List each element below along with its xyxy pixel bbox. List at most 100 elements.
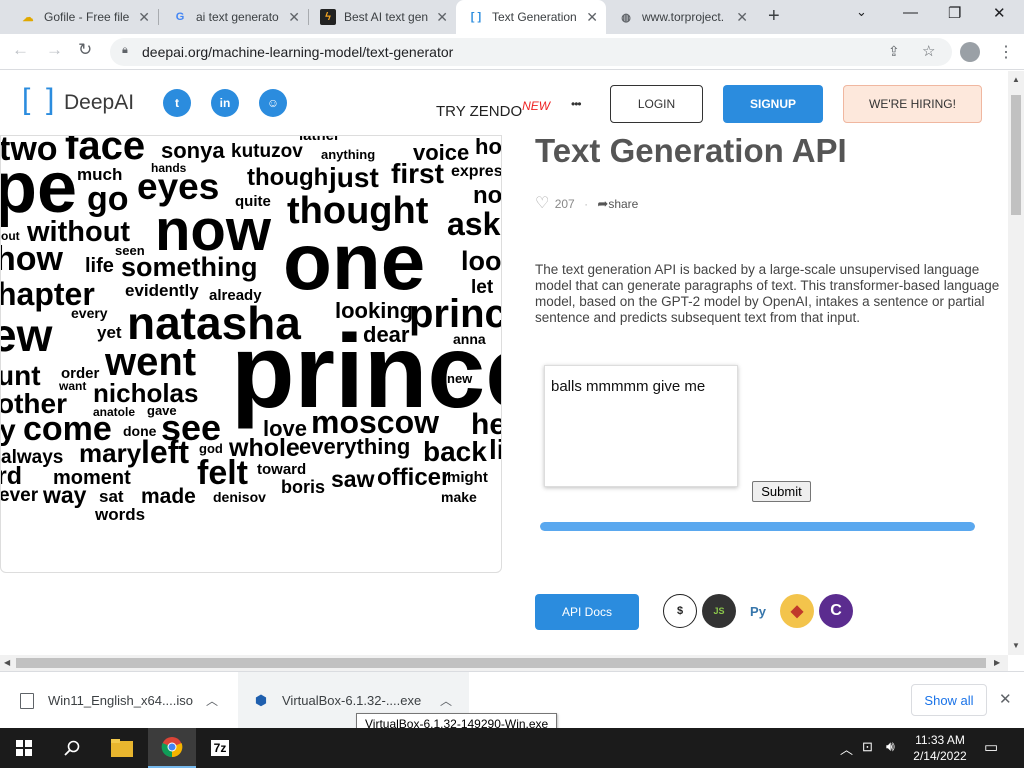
close-shelf-icon[interactable]: ✕ bbox=[999, 690, 1012, 708]
start-icon[interactable] bbox=[0, 728, 48, 768]
cloud-word: go bbox=[87, 180, 129, 218]
7zip-icon[interactable]: 7z bbox=[196, 728, 244, 768]
signup-button[interactable]: SIGNUP bbox=[723, 85, 823, 123]
bash-icon[interactable]: $ bbox=[663, 594, 697, 628]
url-text: deepai.org/machine-learning-model/text-g… bbox=[142, 44, 454, 60]
tab-gofile[interactable]: ☁ Gofile - Free file ✕ bbox=[0, 0, 158, 34]
heart-icon[interactable]: ♡ bbox=[535, 195, 549, 212]
cloud-word: sonya bbox=[161, 138, 225, 163]
cloud-word: one bbox=[283, 217, 426, 306]
scroll-down-arrow-icon[interactable]: ▼ bbox=[1012, 641, 1020, 650]
discord-icon[interactable]: ☺ bbox=[259, 89, 287, 117]
browser-tab-strip: ☁ Gofile - Free file ✕ G ai text generat… bbox=[0, 0, 1024, 34]
system-clock[interactable]: 11:33 AM 2/14/2022 bbox=[908, 732, 972, 764]
search-icon[interactable] bbox=[48, 728, 96, 768]
chevron-up-icon[interactable]: ︿ bbox=[206, 692, 218, 709]
progress-fill bbox=[540, 522, 975, 531]
forward-icon[interactable]: → bbox=[46, 40, 63, 60]
tray-chevron-icon[interactable]: ︿ bbox=[840, 739, 853, 758]
cloud-word: latner bbox=[299, 135, 340, 144]
cloud-word: just bbox=[329, 162, 379, 193]
submit-button[interactable]: Submit bbox=[752, 481, 811, 502]
chrome-menu-icon[interactable]: ⋮ bbox=[998, 42, 1014, 62]
api-docs-button[interactable]: API Docs bbox=[535, 594, 639, 630]
horizontal-scroll-thumb[interactable] bbox=[16, 658, 986, 668]
volume-icon[interactable]: 🔊︎ bbox=[886, 738, 895, 755]
minimize-icon[interactable]: — bbox=[903, 4, 918, 21]
gofile-icon: ☁ bbox=[22, 11, 34, 24]
cloud-word: sat bbox=[99, 487, 124, 506]
cloud-word: ew bbox=[1, 309, 53, 361]
scroll-right-arrow-icon[interactable]: ▶ bbox=[994, 658, 1000, 667]
share-icon[interactable]: ➦ bbox=[597, 196, 608, 211]
tab-search-icon[interactable]: ⌄ bbox=[856, 4, 867, 20]
notification-icon[interactable]: ▭ bbox=[984, 738, 998, 756]
tab-title: Text Generation bbox=[492, 10, 577, 24]
login-button[interactable]: LOGIN bbox=[610, 85, 703, 123]
csharp-icon[interactable]: C bbox=[819, 594, 853, 628]
python-icon[interactable]: Py bbox=[741, 594, 775, 628]
virtualbox-icon: ⬢ bbox=[254, 692, 268, 708]
cloud-word: saw bbox=[331, 466, 375, 492]
scroll-up-arrow-icon[interactable]: ▲ bbox=[1012, 75, 1020, 84]
close-tab-icon[interactable]: ✕ bbox=[288, 9, 300, 26]
twitter-icon[interactable]: t bbox=[163, 89, 191, 117]
close-tab-icon[interactable]: ✕ bbox=[138, 9, 150, 26]
nodejs-icon[interactable]: JS bbox=[702, 594, 736, 628]
share-link[interactable]: share bbox=[608, 197, 638, 211]
cloud-word: though bbox=[247, 164, 329, 191]
linkedin-icon[interactable]: in bbox=[211, 89, 239, 117]
chrome-icon[interactable] bbox=[148, 728, 196, 768]
vertical-scrollbar[interactable]: ▲ ▼ bbox=[1008, 71, 1024, 655]
logo-bracket-right: ] bbox=[46, 83, 55, 116]
download-item-win11[interactable]: Win11_English_x64....iso ︿ bbox=[20, 672, 236, 729]
try-zendo-link[interactable]: TRY ZENDONEW bbox=[436, 99, 550, 120]
page-title: Text Generation API bbox=[535, 132, 847, 169]
cloud-word: life bbox=[85, 255, 114, 277]
cloud-word: went bbox=[105, 340, 197, 384]
show-all-button[interactable]: Show all bbox=[911, 684, 987, 716]
reload-icon[interactable]: ↻ bbox=[78, 40, 92, 60]
google-icon: G bbox=[175, 11, 185, 23]
tab-title: Gofile - Free file bbox=[44, 10, 130, 24]
hiring-button[interactable]: WE'RE HIRING! bbox=[843, 85, 982, 123]
close-window-icon[interactable]: ✕ bbox=[993, 4, 1006, 22]
network-icon[interactable]: ⊡ bbox=[862, 739, 873, 755]
cloud-word: words bbox=[95, 505, 146, 524]
bolt-icon: ϟ bbox=[320, 9, 336, 25]
7zip-label: 7z bbox=[210, 740, 230, 756]
restore-icon[interactable]: ❐ bbox=[948, 4, 961, 22]
logo-bracket-left: [ bbox=[22, 83, 31, 116]
cloud-word: yet bbox=[97, 323, 122, 342]
close-tab-icon[interactable]: ✕ bbox=[736, 9, 748, 26]
horizontal-scrollbar[interactable]: ◀ ▶ bbox=[0, 655, 1008, 671]
tab-title: Best AI text gen bbox=[344, 10, 429, 24]
back-icon[interactable]: ← bbox=[12, 40, 29, 60]
like-share-bar: ♡ 207 · ➦share bbox=[535, 193, 638, 213]
more-menu-icon[interactable]: ••• bbox=[571, 97, 582, 111]
cloud-word: toward bbox=[257, 461, 307, 478]
prompt-textarea[interactable] bbox=[544, 365, 738, 487]
close-tab-icon[interactable]: ✕ bbox=[436, 9, 448, 26]
tab-title: ai text generato bbox=[196, 10, 279, 24]
vertical-scroll-thumb[interactable] bbox=[1011, 95, 1021, 215]
zendo-label: TRY ZENDO bbox=[436, 103, 523, 120]
tab-text-generation[interactable]: [ ] Text Generation ✕ bbox=[456, 0, 606, 34]
clock-time: 11:33 AM bbox=[915, 733, 965, 747]
cloud-word: expres bbox=[451, 163, 502, 180]
scroll-left-arrow-icon[interactable]: ◀ bbox=[4, 658, 10, 667]
file-explorer-icon[interactable] bbox=[98, 728, 146, 768]
ruby-icon[interactable]: ◆ bbox=[780, 594, 814, 628]
cloud-word: nicholas bbox=[93, 378, 199, 408]
address-bar[interactable]: 🔒︎ deepai.org/machine-learning-model/tex… bbox=[110, 38, 952, 66]
profile-avatar-icon[interactable] bbox=[960, 42, 980, 62]
tab-google-search[interactable]: G ai text generato ✕ bbox=[158, 0, 308, 34]
bookmark-star-icon[interactable]: ☆ bbox=[922, 42, 935, 60]
tab-torproject[interactable]: ◍ www.torproject. ✕ bbox=[606, 0, 756, 34]
word-cloud-image: two face latner sonya kutuzov anything v… bbox=[0, 135, 502, 573]
tab-best-ai[interactable]: ϟ Best AI text gen ✕ bbox=[308, 0, 456, 34]
new-tab-button[interactable]: + bbox=[768, 5, 780, 28]
close-tab-icon[interactable]: ✕ bbox=[586, 9, 598, 26]
chevron-up-icon[interactable]: ︿ bbox=[440, 692, 452, 709]
share-page-icon[interactable]: ⇪ bbox=[888, 43, 900, 60]
